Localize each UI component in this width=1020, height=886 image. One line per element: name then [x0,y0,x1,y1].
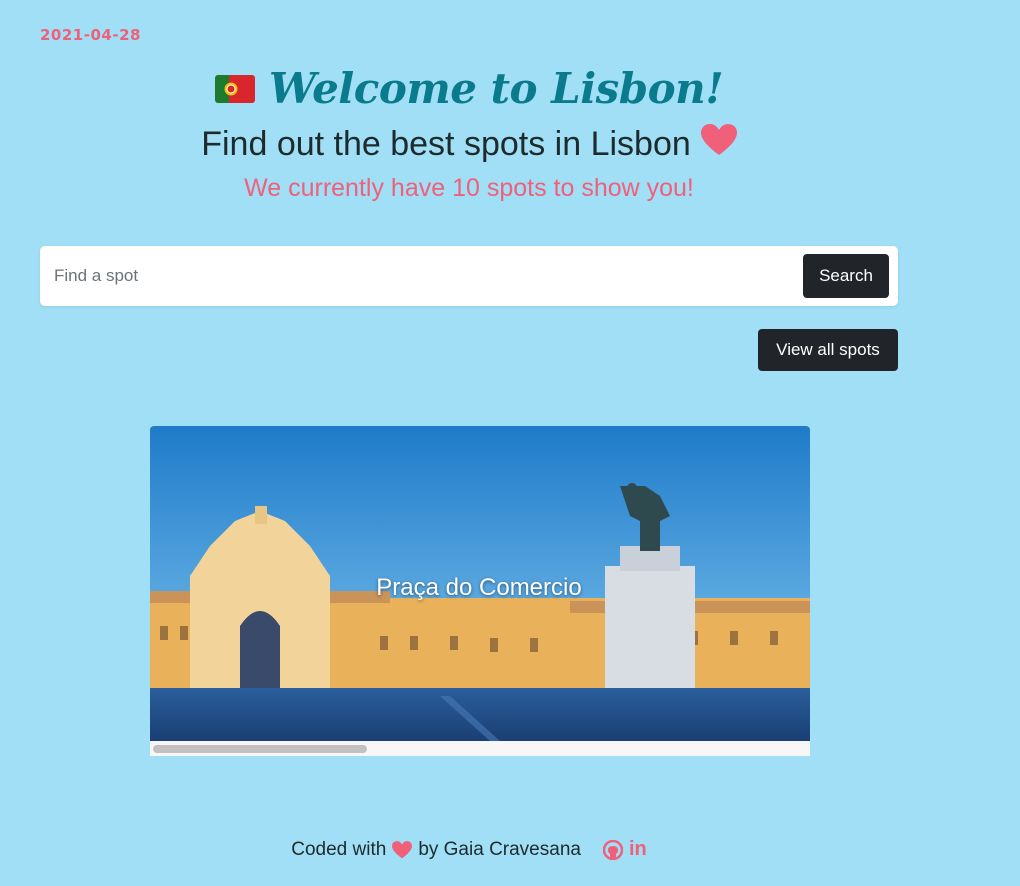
subtitle: Find out the best spots in Lisbon [0,124,938,165]
scrollbar-thumb[interactable] [153,745,367,753]
search-input[interactable] [40,246,780,306]
title-row: Welcome to Lisbon! [0,64,938,113]
footer-text-before: Coded with [291,838,387,860]
footer: Coded with by Gaia Cravesana in [0,838,938,861]
github-icon[interactable] [602,839,623,860]
portugal-flag-icon [214,74,255,103]
view-all-spots-button[interactable]: View all spots [758,329,898,371]
heart-icon [392,840,413,859]
footer-text-after: by Gaia Cravesana [418,838,581,860]
heart-icon [700,124,737,165]
subtitle-text: Find out the best spots in Lisbon [201,125,691,163]
carousel-scrollbar[interactable] [150,741,810,756]
date-label: 2021-04-28 [40,26,141,44]
spot-count-tagline: We currently have 10 spots to show you! [244,174,694,202]
spot-caption: Praça do Comercio [376,574,582,601]
linkedin-icon[interactable]: in [629,838,647,861]
search-bar: Search [40,246,898,306]
page-title: Welcome to Lisbon! [268,64,724,113]
search-button[interactable]: Search [803,254,889,298]
